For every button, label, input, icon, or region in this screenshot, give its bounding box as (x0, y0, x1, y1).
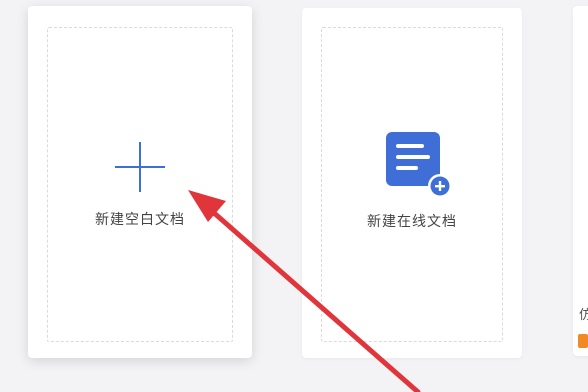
partial-card-text: 仿 (579, 308, 588, 323)
partial-template-card[interactable]: 仿 (573, 6, 588, 356)
new-online-document-card[interactable]: 新建在线文档 (302, 8, 522, 358)
orange-badge-icon (578, 334, 588, 348)
new-blank-document-card[interactable]: 新建空白文档 (28, 6, 252, 358)
plus-icon (115, 142, 165, 192)
new-blank-document-label: 新建空白文档 (95, 212, 185, 228)
online-doc-add-icon (386, 132, 452, 198)
new-online-document-label: 新建在线文档 (367, 214, 457, 230)
